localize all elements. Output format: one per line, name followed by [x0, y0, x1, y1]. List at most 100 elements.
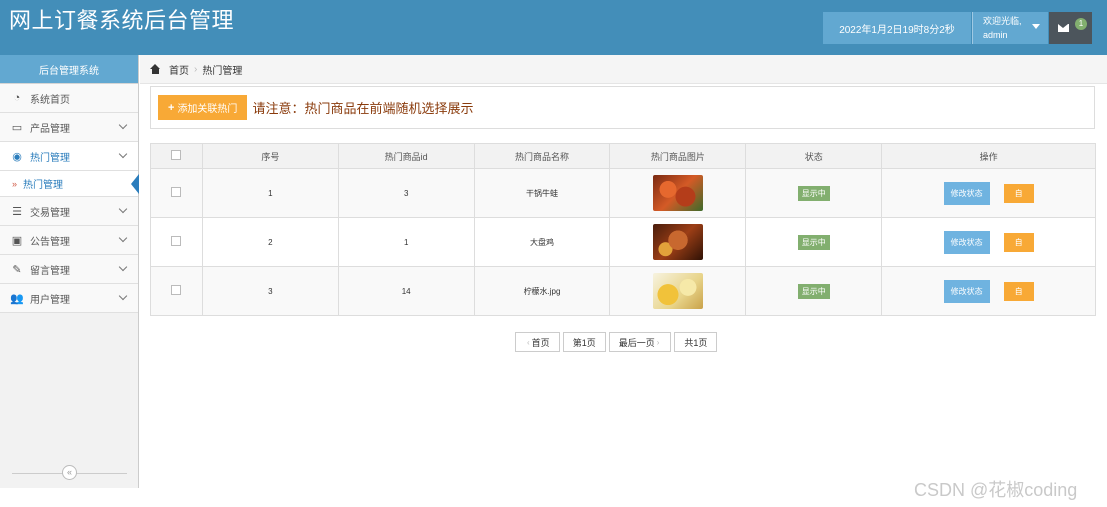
plus-icon: + [168, 101, 175, 114]
dish-image [652, 175, 703, 211]
page-first-button[interactable]: ‹ 首页 [515, 332, 560, 352]
cell-no: 2 [201, 217, 339, 267]
chevron-down-icon [118, 204, 128, 214]
caret-down-icon [1032, 24, 1040, 29]
breadcrumb-current: 热门管理 [202, 65, 243, 77]
sidebar-item-products[interactable]: ▭ 产品管理 [0, 113, 138, 142]
users-icon: 👥 [10, 292, 24, 305]
page-total: 共1页 [674, 332, 718, 352]
chevron-down-icon [118, 120, 128, 130]
column-header: 序号 [201, 143, 339, 169]
mail-count-badge: 1 [1075, 18, 1087, 30]
sidebar-title: 后台管理系统 [0, 55, 138, 84]
status-badge: 显示中 [797, 185, 830, 201]
edit-status-button[interactable]: 修改状态 [943, 230, 990, 254]
row-checkbox[interactable] [171, 187, 182, 197]
select-all-checkbox[interactable] [171, 150, 182, 160]
cell-no: 1 [201, 168, 339, 218]
tachometer-icon: ◔ [13, 92, 21, 104]
cell-name: 干锅牛蛙 [473, 168, 611, 218]
active-pointer-icon [131, 174, 139, 194]
sidebar-item-dashboard[interactable]: ◔ 系统首页 [0, 84, 138, 113]
eye-icon: ◉ [12, 150, 22, 163]
dish-image [652, 224, 703, 260]
table-header-row: 序号 热门商品id 热门商品名称 热门商品图片 状态 操作 [150, 143, 1096, 169]
edit-status-button[interactable]: 修改状态 [943, 181, 990, 205]
sidebar-item-messages[interactable]: ✎ 留言管理 [0, 255, 138, 284]
table-row: 1 3 干锅牛蛙 显示中 修改状态自 [150, 168, 1096, 218]
sidebar-item-label: 留言管理 [30, 265, 70, 277]
cell-id: 14 [337, 266, 475, 316]
page-current-button[interactable]: 第1页 [562, 332, 606, 352]
column-header: 热门商品名称 [473, 143, 611, 169]
sidebar-subitem-hot-manage[interactable]: » 热门管理 [0, 171, 139, 197]
collapse-sidebar-button[interactable]: « [62, 465, 77, 480]
add-hot-label: 添加关联热门 [177, 104, 238, 115]
sidebar-item-label: 用户管理 [30, 294, 70, 306]
actions-cell: 修改状态自 [881, 217, 1096, 267]
toolbar: + 添加关联热门 请注意：热门商品在前端随机选择展示 [150, 86, 1095, 129]
list-icon: ☰ [12, 205, 22, 218]
sidebar-item-label: 热门管理 [30, 152, 70, 164]
table-row: 2 1 大盘鸡 显示中 修改状态自 [150, 217, 1096, 267]
column-header: 操作 [881, 143, 1096, 169]
delete-button[interactable]: 自 [1003, 232, 1034, 252]
status-badge: 显示中 [797, 283, 830, 299]
sidebar: 后台管理系统 ◔ 系统首页 ▭ 产品管理 ◉ 热门管理 » 热门管理 ☰ 交易管… [0, 55, 139, 488]
row-checkbox[interactable] [171, 236, 182, 246]
breadcrumb-home[interactable]: 首页 [169, 62, 189, 77]
top-bar: 网上订餐系统后台管理 2022年1月2日19时8分2秒 欢迎光临, admin … [0, 0, 1107, 55]
sidebar-item-label: 产品管理 [30, 123, 70, 135]
hot-items-table: 序号 热门商品id 热门商品名称 热门商品图片 状态 操作 1 3 干锅牛蛙 显… [150, 143, 1096, 316]
double-angle-right-icon: » [12, 178, 18, 189]
select-all-cell [150, 143, 203, 169]
actions-cell: 修改状态自 [881, 266, 1096, 316]
picture-icon: ▣ [11, 234, 23, 247]
envelope-icon [1058, 24, 1069, 32]
page-last-button[interactable]: 最后一页 › [608, 332, 672, 352]
user-menu[interactable]: 欢迎光临, admin [972, 12, 1048, 44]
cell-no: 3 [201, 266, 339, 316]
chevron-down-icon [118, 233, 128, 243]
cell-name: 大盘鸡 [473, 217, 611, 267]
chevron-down-icon [118, 291, 128, 301]
chevron-left-icon: ‹ [527, 337, 530, 347]
actions-cell: 修改状态自 [881, 168, 1096, 218]
page-first-label: 首页 [531, 337, 550, 348]
row-checkbox[interactable] [171, 285, 182, 295]
sidebar-item-label: 交易管理 [30, 207, 70, 219]
breadcrumb-separator-icon: › [194, 63, 198, 75]
edit-icon: ✎ [12, 263, 22, 276]
table-row: 3 14 柠檬水.jpg 显示中 修改状态自 [150, 266, 1096, 316]
add-hot-button[interactable]: + 添加关联热门 [158, 95, 248, 120]
cell-id: 3 [337, 168, 475, 218]
status-badge: 显示中 [797, 234, 830, 250]
delete-button[interactable]: 自 [1003, 281, 1034, 301]
page-last-label: 最后一页 [618, 337, 655, 348]
sidebar-item-orders[interactable]: ☰ 交易管理 [0, 197, 138, 226]
messages-button[interactable]: 1 [1049, 12, 1092, 44]
column-header: 热门商品图片 [609, 143, 747, 169]
breadcrumb: 首页 › 热门管理 [140, 55, 1107, 84]
desktop-icon: ▭ [11, 121, 23, 134]
cell-name: 柠檬水.jpg [473, 266, 611, 316]
chevron-right-icon: › [656, 337, 660, 347]
delete-button[interactable]: 自 [1003, 183, 1034, 203]
sidebar-item-label: 系统首页 [30, 94, 70, 106]
sidebar-subitem-label: 热门管理 [23, 180, 64, 191]
app-title: 网上订餐系统后台管理 [9, 8, 235, 33]
watermark: CSDN @花椒coding [914, 480, 1078, 500]
home-icon [150, 64, 161, 74]
sidebar-item-users[interactable]: 👥 用户管理 [0, 284, 138, 313]
chevron-down-icon [118, 149, 128, 159]
sidebar-item-notices[interactable]: ▣ 公告管理 [0, 226, 138, 255]
sidebar-item-label: 公告管理 [30, 236, 70, 248]
dish-image [652, 273, 703, 309]
edit-status-button[interactable]: 修改状态 [943, 279, 990, 303]
datetime-display: 2022年1月2日19时8分2秒 [823, 12, 971, 44]
username: admin [983, 30, 1008, 40]
column-header: 热门商品id [337, 143, 475, 169]
sidebar-item-hot[interactable]: ◉ 热门管理 [0, 142, 138, 171]
column-header: 状态 [745, 143, 883, 169]
chevron-down-icon [118, 262, 128, 272]
